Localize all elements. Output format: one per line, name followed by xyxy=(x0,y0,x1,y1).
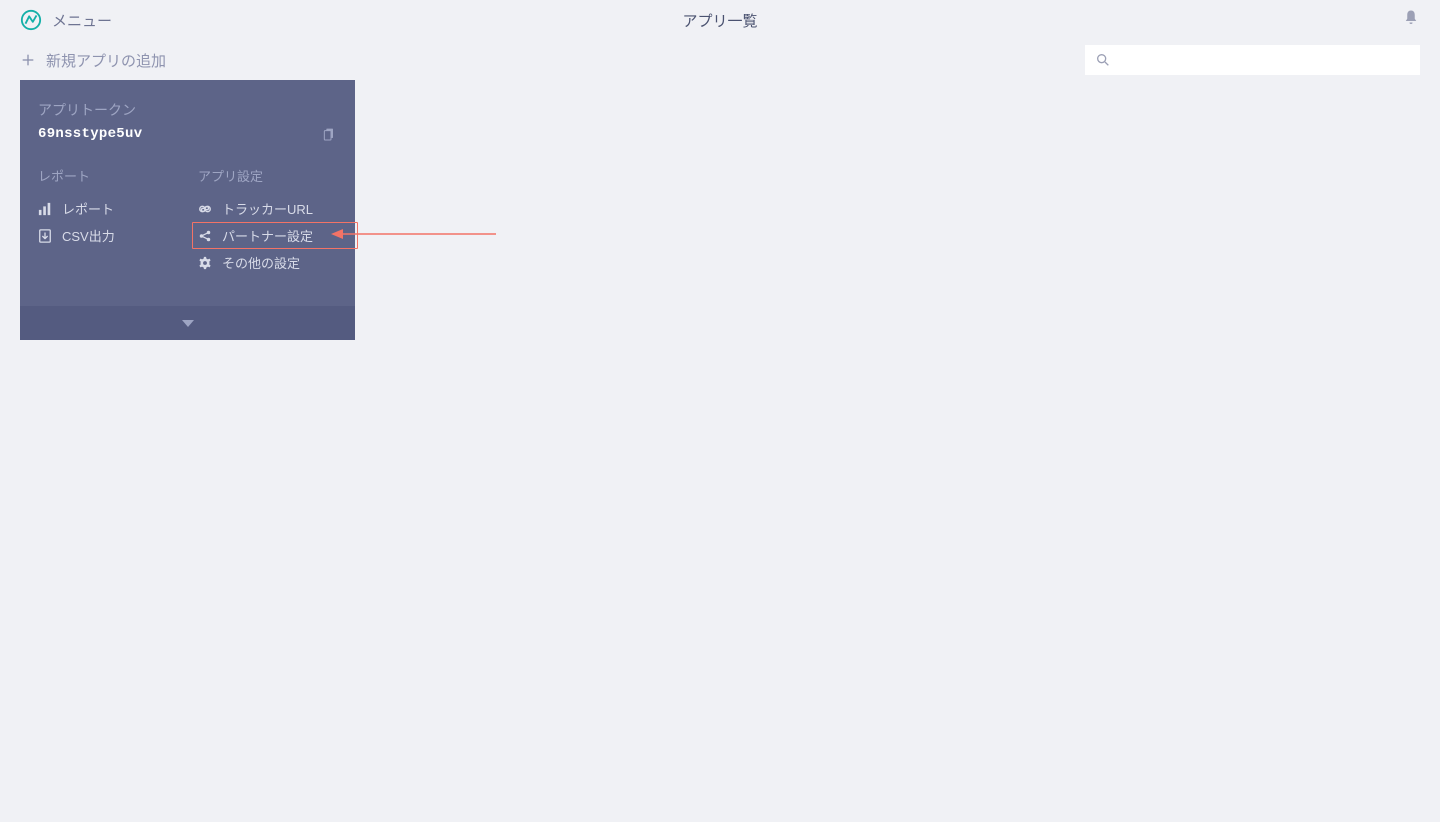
report-section-header: レポート xyxy=(38,166,198,185)
app-card-sections: レポート レポート CSV出力 xyxy=(38,166,337,276)
partner-settings-menu-label: パートナー設定 xyxy=(222,226,313,245)
chevron-down-icon xyxy=(182,320,194,327)
settings-section: アプリ設定 トラッカーURL xyxy=(198,166,358,276)
search-icon xyxy=(1095,52,1111,68)
report-menu-label: レポート xyxy=(62,199,114,218)
notifications-button[interactable] xyxy=(1402,9,1420,32)
add-app-label: 新規アプリの追加 xyxy=(46,50,166,71)
report-section: レポート レポート CSV出力 xyxy=(38,166,198,276)
app-token-label: アプリトークン xyxy=(38,100,337,120)
page-title: アプリ一覧 xyxy=(682,10,757,31)
plus-icon xyxy=(20,52,36,68)
search-box[interactable] xyxy=(1085,45,1420,75)
partner-settings-menu-item[interactable]: パートナー設定 xyxy=(192,222,358,249)
add-app-button[interactable]: 新規アプリの追加 xyxy=(20,50,166,71)
csv-menu-item[interactable]: CSV出力 xyxy=(38,222,198,249)
tracker-url-menu-label: トラッカーURL xyxy=(222,199,313,218)
adjust-logo-icon xyxy=(20,9,42,31)
search-input[interactable] xyxy=(1119,52,1410,68)
menu-toggle[interactable]: メニュー xyxy=(20,9,112,31)
csv-menu-label: CSV出力 xyxy=(62,226,115,245)
sub-bar: 新規アプリの追加 xyxy=(0,40,1440,80)
link-icon xyxy=(198,202,212,216)
app-card-body: アプリトークン 69nsstype5uv レポート xyxy=(20,80,355,306)
gear-icon xyxy=(198,256,212,270)
menu-label: メニュー xyxy=(52,10,112,31)
bell-icon xyxy=(1402,9,1420,27)
share-icon xyxy=(198,229,212,243)
app-token-value: 69nsstype5uv xyxy=(38,126,142,142)
clipboard-icon[interactable] xyxy=(321,126,337,142)
app-token-row: 69nsstype5uv xyxy=(38,126,337,142)
download-file-icon xyxy=(38,229,52,243)
app-card: アプリトークン 69nsstype5uv レポート xyxy=(20,80,355,340)
report-menu-item[interactable]: レポート xyxy=(38,195,198,222)
content-area: アプリトークン 69nsstype5uv レポート xyxy=(0,80,1440,340)
tracker-url-menu-item[interactable]: トラッカーURL xyxy=(198,195,358,222)
other-settings-menu-label: その他の設定 xyxy=(222,253,300,272)
app-card-expand-button[interactable] xyxy=(20,306,355,340)
top-bar: メニュー アプリ一覧 xyxy=(0,0,1440,40)
bar-chart-icon xyxy=(38,202,52,216)
other-settings-menu-item[interactable]: その他の設定 xyxy=(198,249,358,276)
settings-section-header: アプリ設定 xyxy=(198,166,358,185)
